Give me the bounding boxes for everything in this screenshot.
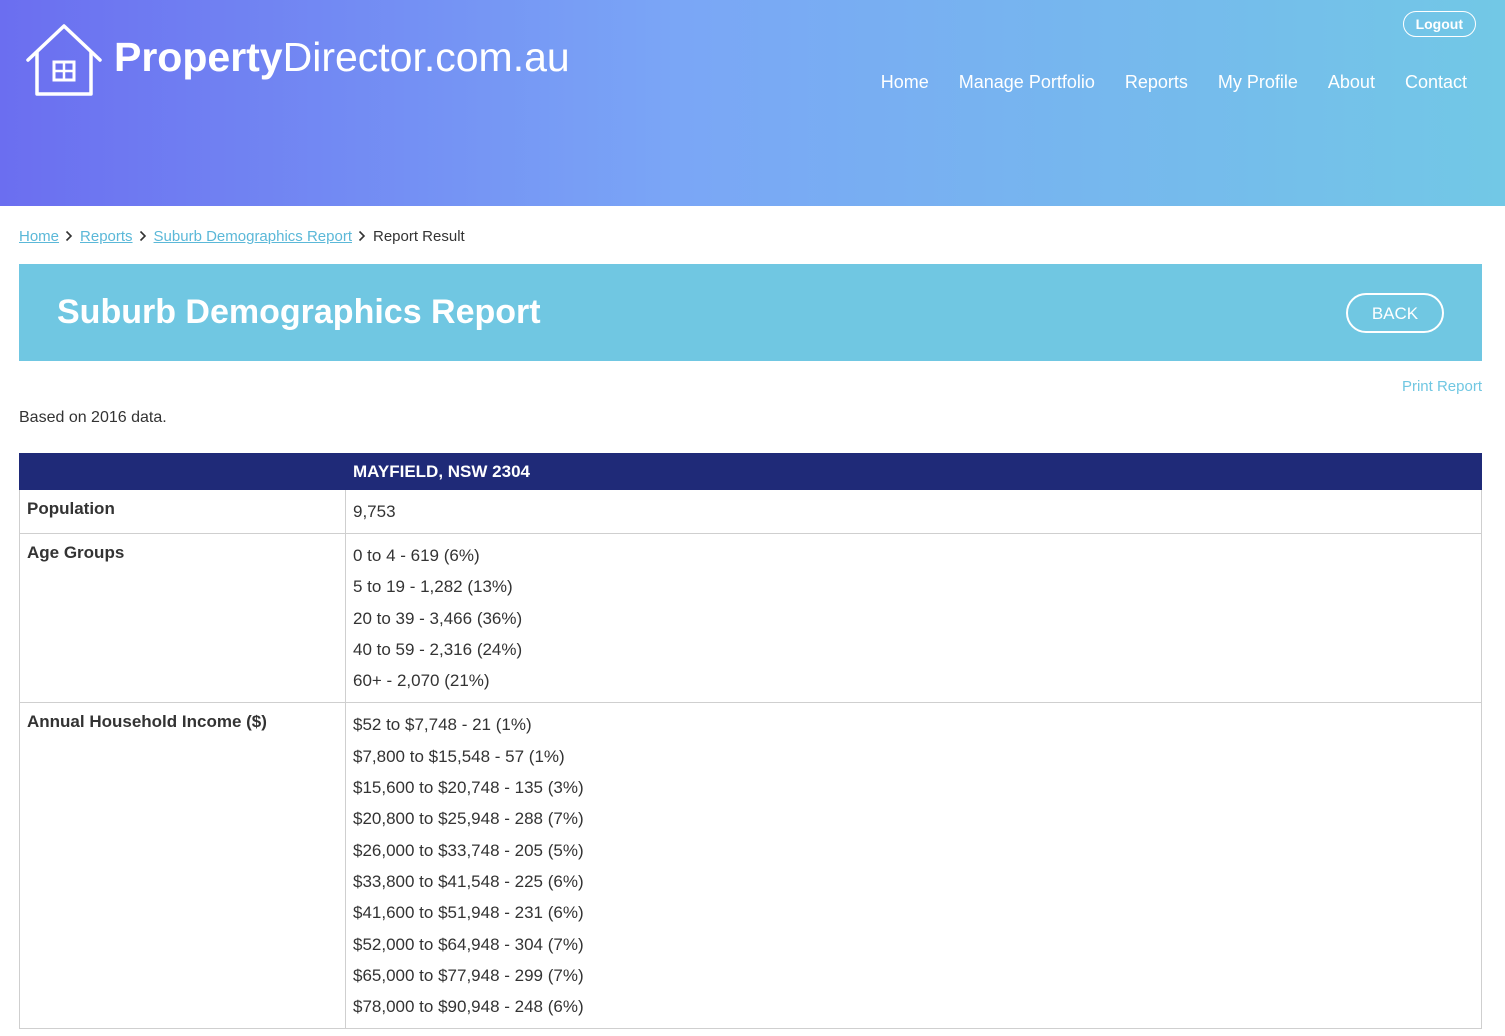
table-row: Age Groups 0 to 4 - 619 (6%) 5 to 19 - 1… [20, 534, 1482, 703]
list-item: 20 to 39 - 3,466 (36%) [353, 603, 1474, 634]
list-item: 60+ - 2,070 (21%) [353, 665, 1474, 696]
table-row: Population 9,753 [20, 490, 1482, 534]
list-item: 5 to 19 - 1,282 (13%) [353, 571, 1474, 602]
logout-button[interactable]: Logout [1403, 11, 1476, 37]
list-item: $20,800 to $25,948 - 288 (7%) [353, 803, 1474, 834]
table-header-location: MAYFIELD, NSW 2304 [346, 454, 1482, 490]
table-header-row: MAYFIELD, NSW 2304 [20, 454, 1482, 490]
house-icon [24, 22, 104, 98]
table-row: Annual Household Income ($) $52 to $7,74… [20, 703, 1482, 1029]
breadcrumb: Home Reports Suburb Demographics Report … [19, 228, 465, 245]
row-value-household-income: $52 to $7,748 - 21 (1%) $7,800 to $15,54… [346, 703, 1482, 1029]
print-report-link[interactable]: Print Report [1402, 378, 1482, 395]
breadcrumb-suburb-demographics[interactable]: Suburb Demographics Report [154, 228, 352, 245]
chevron-right-icon [65, 229, 73, 245]
nav-home[interactable]: Home [881, 72, 929, 93]
breadcrumb-reports[interactable]: Reports [80, 228, 133, 245]
row-value-age-groups: 0 to 4 - 619 (6%) 5 to 19 - 1,282 (13%) … [346, 534, 1482, 703]
logo-wordmark-bold: Property [114, 34, 283, 80]
logo-wordmark-light: Director.com.au [283, 34, 570, 80]
list-item: $78,000 to $90,948 - 248 (6%) [353, 991, 1474, 1022]
page-title: Suburb Demographics Report [57, 293, 541, 332]
list-item: $52 to $7,748 - 21 (1%) [353, 709, 1474, 740]
site-header: PropertyDirector.com.au Logout Home Mana… [0, 0, 1505, 206]
breadcrumb-home[interactable]: Home [19, 228, 59, 245]
breadcrumb-current: Report Result [373, 228, 465, 245]
row-label-population: Population [20, 490, 346, 534]
list-item: $41,600 to $51,948 - 231 (6%) [353, 897, 1474, 928]
list-item: $52,000 to $64,948 - 304 (7%) [353, 929, 1474, 960]
table-header-blank [20, 454, 346, 490]
site-logo[interactable]: PropertyDirector.com.au [24, 22, 570, 98]
list-item: $65,000 to $77,948 - 299 (7%) [353, 960, 1474, 991]
chevron-right-icon [139, 229, 147, 245]
demographics-table: MAYFIELD, NSW 2304 Population 9,753 Age … [19, 453, 1482, 1029]
list-item: 0 to 4 - 619 (6%) [353, 540, 1474, 571]
list-item: $26,000 to $33,748 - 205 (5%) [353, 835, 1474, 866]
list-item: $7,800 to $15,548 - 57 (1%) [353, 741, 1474, 772]
nav-reports[interactable]: Reports [1125, 72, 1188, 93]
population-value: 9,753 [353, 502, 396, 521]
logo-wordmark: PropertyDirector.com.au [114, 34, 570, 81]
main-nav: Home Manage Portfolio Reports My Profile… [881, 72, 1467, 93]
row-label-age-groups: Age Groups [20, 534, 346, 703]
nav-about[interactable]: About [1328, 72, 1375, 93]
list-item: 40 to 59 - 2,316 (24%) [353, 634, 1474, 665]
page-title-bar: Suburb Demographics Report BACK [19, 264, 1482, 361]
nav-my-profile[interactable]: My Profile [1218, 72, 1298, 93]
list-item: $33,800 to $41,548 - 225 (6%) [353, 866, 1474, 897]
chevron-right-icon [358, 229, 366, 245]
nav-contact[interactable]: Contact [1405, 72, 1467, 93]
row-value-population: 9,753 [346, 490, 1482, 534]
back-button[interactable]: BACK [1346, 293, 1444, 333]
data-year-note: Based on 2016 data. [19, 409, 167, 427]
list-item: $15,600 to $20,748 - 135 (3%) [353, 772, 1474, 803]
row-label-household-income: Annual Household Income ($) [20, 703, 346, 1029]
nav-manage-portfolio[interactable]: Manage Portfolio [959, 72, 1095, 93]
